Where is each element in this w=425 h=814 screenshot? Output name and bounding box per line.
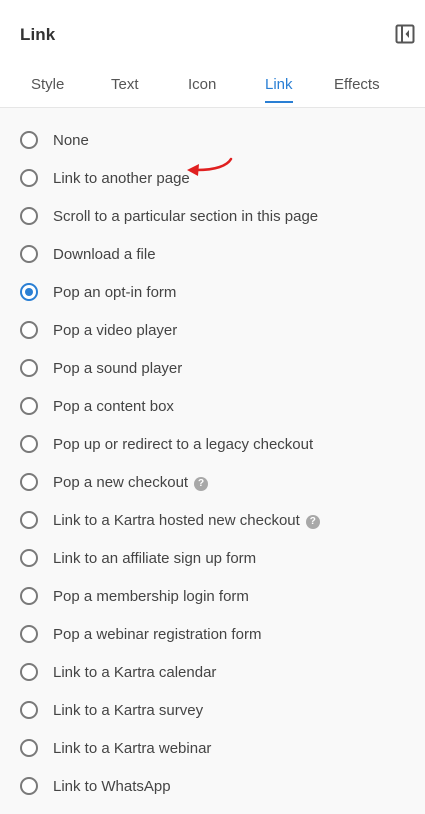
radio-button[interactable] [20, 625, 38, 643]
link-settings-panel: Link Style Text Icon Link Effects None L… [0, 0, 425, 814]
annotation-arrow-icon [187, 157, 233, 176]
option-label: Pop an opt-in form [53, 283, 177, 301]
option-pop-new-checkout[interactable]: Pop a new checkout? [0, 463, 425, 501]
radio-button[interactable] [20, 777, 38, 795]
option-label: Pop a content box [53, 397, 174, 415]
tab-text[interactable]: Text [111, 76, 139, 101]
option-membership-login[interactable]: Pop a membership login form [0, 577, 425, 615]
option-label: Pop up or redirect to a legacy checkout [53, 435, 314, 453]
option-label: Pop a membership login form [53, 587, 249, 605]
option-pop-opt-in-form[interactable]: Pop an opt-in form [0, 273, 425, 311]
option-pop-content-box[interactable]: Pop a content box [0, 387, 425, 425]
radio-button[interactable] [20, 663, 38, 681]
tab-bar: Style Text Icon Link Effects [0, 70, 425, 107]
option-hosted-new-checkout[interactable]: Link to a Kartra hosted new checkout? [0, 501, 425, 539]
option-kartra-calendar[interactable]: Link to a Kartra calendar [0, 653, 425, 691]
option-pop-video-player[interactable]: Pop a video player [0, 311, 425, 349]
radio-button[interactable] [20, 511, 38, 529]
radio-button[interactable] [20, 701, 38, 719]
radio-button[interactable] [20, 321, 38, 339]
option-scroll-to-section[interactable]: Scroll to a particular section in this p… [0, 197, 425, 235]
panel-header: Link Style Text Icon Link Effects [0, 0, 425, 108]
radio-button[interactable] [20, 207, 38, 225]
option-label: Pop a sound player [53, 359, 183, 377]
option-whatsapp[interactable]: Link to WhatsApp [0, 767, 425, 805]
option-label: Link to another page [53, 169, 190, 187]
help-icon[interactable]: ? [194, 476, 209, 491]
radio-button[interactable] [20, 739, 38, 757]
radio-button[interactable] [20, 397, 38, 415]
option-label-text: Link to a Kartra hosted new checkout [53, 511, 300, 529]
option-affiliate-signup[interactable]: Link to an affiliate sign up form [0, 539, 425, 577]
option-label: None [53, 131, 89, 149]
option-pop-sound-player[interactable]: Pop a sound player [0, 349, 425, 387]
option-label: Pop a video player [53, 321, 178, 339]
tab-style[interactable]: Style [31, 76, 64, 101]
option-label: Link to a Kartra calendar [53, 663, 217, 681]
radio-button[interactable] [20, 131, 38, 149]
option-label-with-help: Pop a new checkout? [53, 473, 209, 491]
option-legacy-checkout[interactable]: Pop up or redirect to a legacy checkout [0, 425, 425, 463]
radio-button[interactable] [20, 549, 38, 567]
tab-icon[interactable]: Icon [188, 76, 216, 101]
option-label-with-help: Link to a Kartra hosted new checkout? [53, 512, 320, 529]
option-label: Link to WhatsApp [53, 777, 171, 795]
tab-link[interactable]: Link [265, 76, 293, 103]
option-label: Pop a webinar registration form [53, 625, 262, 643]
radio-button[interactable] [20, 435, 38, 453]
radio-button[interactable] [20, 359, 38, 377]
option-label-text: Pop a new checkout [53, 473, 189, 491]
radio-button[interactable] [20, 245, 38, 263]
radio-button[interactable] [20, 587, 38, 605]
help-icon[interactable]: ? [305, 514, 320, 529]
option-label: Download a file [53, 245, 156, 263]
tab-effects[interactable]: Effects [334, 76, 380, 101]
radio-button-selected[interactable] [20, 283, 38, 301]
option-kartra-survey[interactable]: Link to a Kartra survey [0, 691, 425, 729]
option-label: Link to a Kartra webinar [53, 739, 212, 757]
option-none[interactable]: None [0, 121, 425, 159]
radio-button[interactable] [20, 169, 38, 187]
option-webinar-registration[interactable]: Pop a webinar registration form [0, 615, 425, 653]
option-label: Link to a Kartra survey [53, 701, 204, 719]
radio-button[interactable] [20, 473, 38, 491]
option-download-file[interactable]: Download a file [0, 235, 425, 273]
option-kartra-webinar[interactable]: Link to a Kartra webinar [0, 729, 425, 767]
panel-title: Link [20, 25, 56, 44]
sidebar-collapse-icon [395, 24, 415, 44]
collapse-panel-button[interactable] [395, 24, 415, 44]
link-type-options: None Link to another page Scroll to a pa… [0, 121, 425, 805]
option-label: Link to an affiliate sign up form [53, 549, 257, 567]
option-label: Scroll to a particular section in this p… [53, 207, 319, 225]
